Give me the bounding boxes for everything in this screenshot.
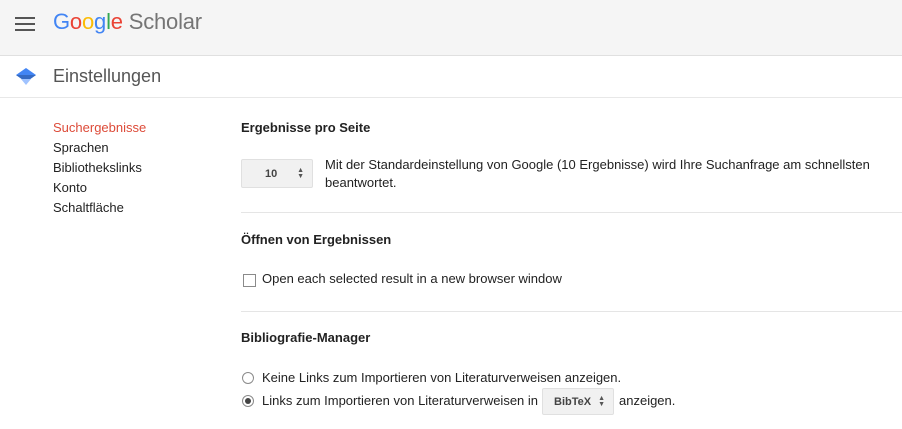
section-divider [241,311,902,312]
hamburger-menu-icon[interactable] [15,17,35,31]
results-per-page-select[interactable]: 10 ▲ ▼ [241,159,313,188]
logo-scholar-text: Scholar [122,9,202,34]
page-title: Einstellungen [53,66,162,86]
bibliography-option-links-label[interactable]: Links zum Importieren von Literaturverwe… [262,392,538,410]
bibliography-option-links-radio[interactable] [242,395,254,407]
description-line-1: Mit der Standardeinstellung von Google (… [325,157,870,172]
select-arrows-icon: ▲ ▼ [598,394,605,408]
section-title-bibliography-manager: Bibliografie-Manager [241,330,371,345]
sidebar-item-schaltflaeche[interactable]: Schaltfläche [53,198,146,218]
sidebar-item-sprachen[interactable]: Sprachen [53,138,146,158]
logo-letter: G [53,9,70,34]
logo-letter: g [94,9,107,34]
bibliography-format-select[interactable]: BibTeX ▲ ▼ [542,388,614,415]
new-window-checkbox-label[interactable]: Open each selected result in a new brows… [262,270,562,288]
logo-letter: o [81,9,95,34]
settings-sidebar: Suchergebnisse Sprachen Bibliothekslinks… [53,118,146,218]
logo-letter: o [69,9,82,34]
description-line-2: beantwortet. [325,175,397,190]
bibliography-option-none-label[interactable]: Keine Links zum Importieren von Literatu… [262,369,621,387]
sidebar-item-bibliothekslinks[interactable]: Bibliothekslinks [53,158,146,178]
logo-google-letters: Google [53,9,123,34]
section-title-open-results: Öffnen von Ergebnissen [241,232,392,247]
logo-letter: e [110,9,123,34]
sidebar-item-konto[interactable]: Konto [53,178,146,198]
sidebar-item-suchergebnisse[interactable]: Suchergebnisse [53,118,146,138]
google-scholar-logo[interactable]: Google Scholar [53,9,202,35]
bibliography-option-links-suffix: anzeigen. [619,393,676,408]
results-per-page-value: 10 [265,168,278,180]
select-arrows-icon: ▲ ▼ [297,166,304,180]
section-divider [241,212,902,213]
results-per-page-description: Mit der Standardeinstellung von Google (… [325,156,902,192]
new-window-checkbox[interactable] [243,274,256,287]
scholar-cap-icon [16,68,36,85]
settings-header: Einstellungen [0,56,902,98]
section-title-results-per-page: Ergebnisse pro Seite [241,120,371,135]
top-bar: Google Scholar [0,0,902,56]
bibliography-format-value: BibTeX [554,396,592,408]
bibliography-option-none-radio[interactable] [242,372,254,384]
